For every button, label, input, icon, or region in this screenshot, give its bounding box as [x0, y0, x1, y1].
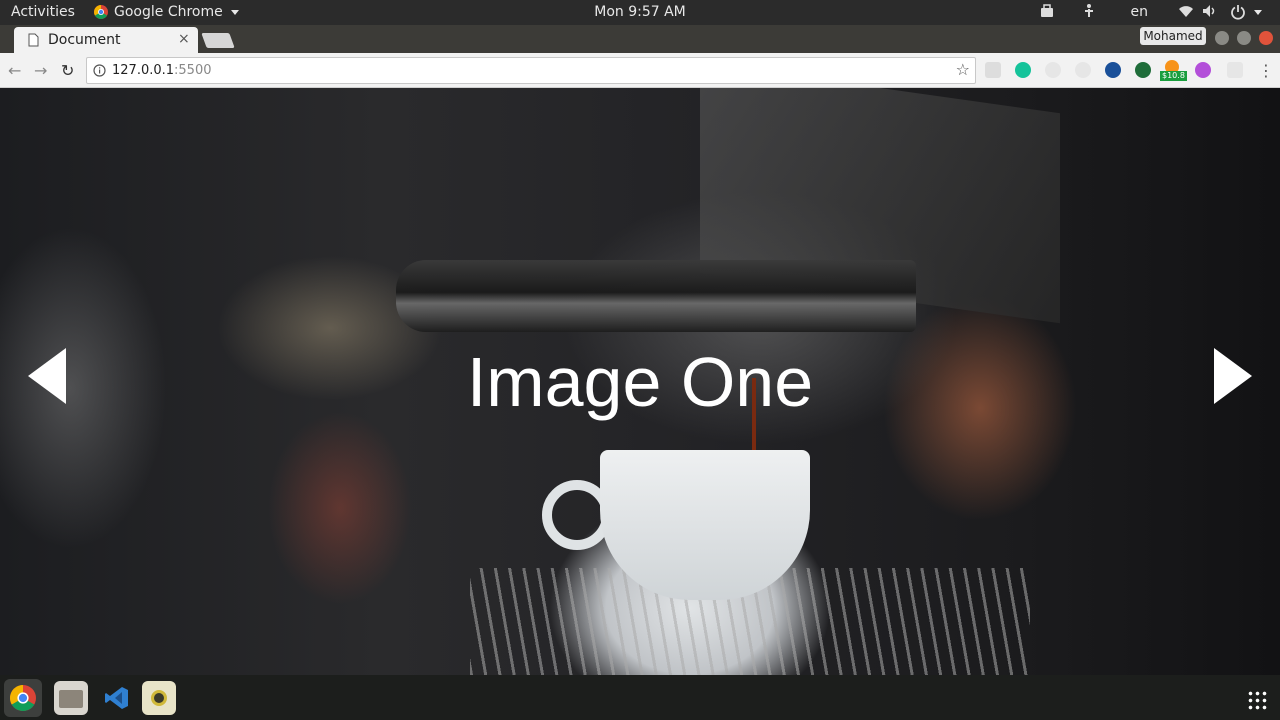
dock-rhythmbox[interactable] [142, 681, 176, 715]
color-picker-icon[interactable] [1227, 62, 1243, 78]
speaker-icon [151, 690, 167, 706]
vpn-extension-icon[interactable] [1045, 62, 1061, 78]
show-applications-icon[interactable] [1247, 690, 1267, 710]
reload-icon[interactable]: ↻ [61, 61, 74, 80]
address-bar[interactable]: 127.0.0.1:5500 ☆ [86, 57, 976, 84]
dock-files[interactable] [54, 681, 88, 715]
next-slide-arrow-icon[interactable] [1214, 348, 1252, 404]
tab-title: Document [48, 32, 121, 48]
url-host: 127.0.0.1 [112, 63, 175, 78]
close-window-button[interactable] [1259, 31, 1273, 45]
bookmark-star-icon[interactable]: ☆ [956, 60, 970, 79]
activities-button[interactable]: Activities [11, 4, 75, 20]
close-tab-button[interactable]: × [178, 31, 190, 47]
file-cabinet-icon [59, 690, 83, 708]
info-icon[interactable] [93, 64, 106, 77]
tab-strip: Document × Mohamed [0, 25, 1280, 53]
opera-extension-icon[interactable] [1135, 62, 1151, 78]
slide-caption: Image One [466, 343, 814, 421]
grammarly-icon[interactable] [1015, 62, 1031, 78]
chrome-icon [94, 5, 108, 19]
slide-image-portafilter [396, 260, 916, 332]
chevron-down-icon [230, 9, 239, 15]
image-slider: Image One [0, 88, 1280, 675]
chrome-icon [10, 685, 36, 711]
maximize-button[interactable] [1237, 31, 1251, 45]
accessibility-icon[interactable] [1084, 4, 1094, 20]
language-label: en [1130, 4, 1149, 20]
dock-chrome[interactable] [4, 679, 42, 717]
forward-arrow-icon[interactable]: → [34, 61, 47, 80]
browser-toolbar: ← → ↻ 127.0.0.1:5500 ☆ $10.8 ⋮ [0, 53, 1280, 88]
tab-document[interactable]: Document × [14, 27, 198, 53]
chevron-down-icon[interactable] [1254, 10, 1262, 15]
s-extension-icon[interactable] [985, 62, 1001, 78]
clock-menu[interactable]: Mon 9:57 AM [594, 4, 686, 20]
vscode-icon [105, 687, 128, 709]
url-port: :5500 [174, 63, 212, 78]
power-icon[interactable] [1230, 4, 1246, 20]
bitcoin-price-badge: $10.8 [1160, 71, 1187, 81]
volume-icon[interactable] [1202, 4, 1218, 18]
steem-icon[interactable] [1105, 62, 1121, 78]
dock-vscode[interactable] [100, 681, 134, 715]
profile-button[interactable]: Mohamed [1140, 27, 1206, 45]
wifi-icon[interactable] [1178, 4, 1194, 18]
app-menu[interactable]: Google Chrome [94, 4, 239, 20]
gnome-top-bar: Activities Google Chrome Mon 9:57 AM en [0, 0, 1280, 32]
url-text: 127.0.0.1:5500 [112, 63, 212, 78]
toolbox-icon[interactable] [1040, 4, 1054, 18]
slide-image-cup [600, 450, 810, 600]
minimize-button[interactable] [1215, 31, 1229, 45]
more-menu-icon[interactable]: ⋮ [1258, 61, 1274, 80]
page-icon [28, 33, 39, 47]
paint-extension-icon[interactable] [1195, 62, 1211, 78]
new-tab-button[interactable] [201, 33, 235, 48]
app-menu-label: Google Chrome [114, 4, 223, 20]
bitcoin-ticker-icon[interactable]: $10.8 [1160, 60, 1187, 82]
ubuntu-dock [0, 675, 1280, 720]
previous-slide-arrow-icon[interactable] [28, 348, 66, 404]
back-arrow-icon[interactable]: ← [8, 61, 21, 80]
wordpress-icon[interactable] [1075, 62, 1091, 78]
